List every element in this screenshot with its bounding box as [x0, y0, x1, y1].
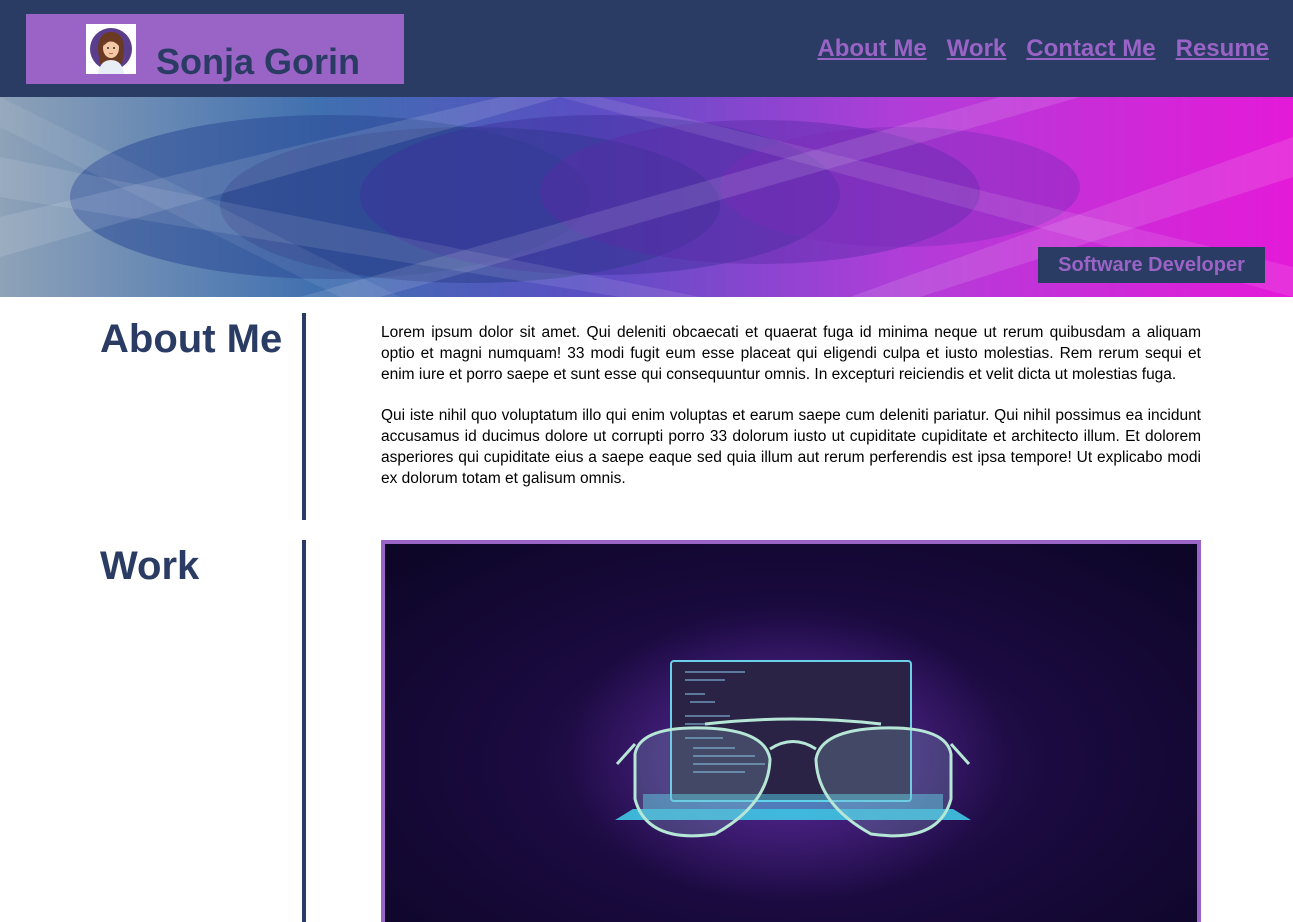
work-heading: Work — [100, 544, 200, 588]
site-header: Sonja Gorin About Me Work Contact Me Res… — [0, 0, 1293, 97]
site-name: Sonja Gorin — [156, 41, 361, 82]
about-divider — [302, 313, 306, 520]
about-paragraph: Qui iste nihil quo voluptatum illo qui e… — [381, 407, 1201, 487]
nav-link-about-me[interactable]: About Me — [817, 34, 926, 64]
about-paragraph: Lorem ipsum dolor sit amet. Qui deleniti… — [381, 324, 1201, 383]
nav-link-resume[interactable]: Resume — [1176, 34, 1269, 64]
laptop-glasses-illustration — [567, 604, 1007, 904]
nav-link-contact-me[interactable]: Contact Me — [1026, 34, 1155, 64]
avatar-icon — [86, 24, 136, 74]
main-nav: About Me Work Contact Me Resume — [817, 34, 1269, 64]
work-divider — [302, 540, 306, 922]
brand-block[interactable]: Sonja Gorin — [26, 14, 404, 84]
work-project-image[interactable] — [381, 540, 1201, 922]
about-text: Lorem ipsum dolor sit amet. Qui deleniti… — [381, 322, 1201, 509]
role-badge: Software Developer — [1038, 247, 1265, 283]
nav-link-work[interactable]: Work — [947, 34, 1007, 64]
hero-banner: Software Developer — [0, 97, 1293, 297]
about-heading: About Me — [100, 317, 283, 361]
